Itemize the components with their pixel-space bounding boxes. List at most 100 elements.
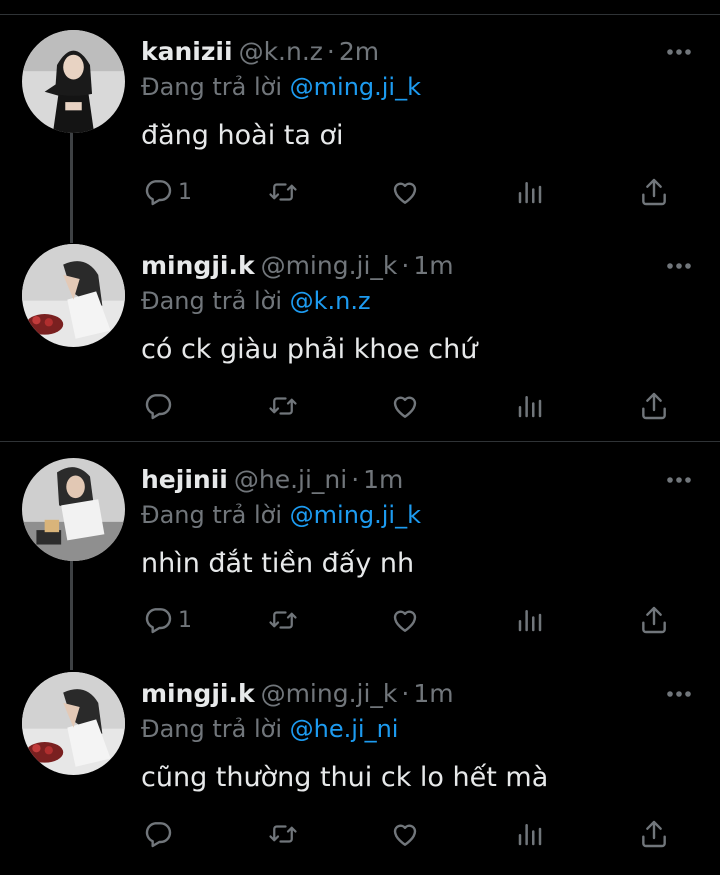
mention-link[interactable]: @ming.ji_k	[290, 501, 421, 529]
display-name[interactable]: hejinii	[141, 465, 228, 494]
replying-to: Đang trả lời @he.ji_ni	[141, 712, 398, 746]
more-icon	[667, 263, 691, 269]
retweet-button[interactable]	[266, 600, 300, 640]
avatar-mingji-icon	[22, 672, 125, 775]
more-icon	[667, 49, 691, 55]
share-icon	[642, 606, 666, 634]
tweet-header: hejinii @he.ji_ni · 1m	[141, 462, 403, 498]
views-icon	[518, 824, 542, 846]
like-button[interactable]	[389, 814, 421, 854]
reply-button[interactable]	[142, 814, 178, 854]
reply-icon	[145, 608, 172, 634]
more-button[interactable]	[666, 690, 692, 698]
share-icon	[642, 820, 666, 848]
reply-count: 1	[178, 607, 192, 633]
retweet-icon	[269, 183, 297, 201]
timestamp[interactable]: 1m	[413, 251, 453, 280]
tweet-text: cũng thường thui ck lo hết mà	[141, 762, 549, 793]
share-icon	[642, 392, 666, 420]
mention-link[interactable]: @ming.ji_k	[290, 73, 421, 101]
like-icon	[393, 610, 417, 632]
reply-button[interactable]: 1	[142, 600, 192, 640]
retweet-button[interactable]	[266, 814, 300, 854]
more-icon	[667, 691, 691, 697]
avatar[interactable]	[22, 30, 125, 133]
avatar-hejinii-icon	[22, 458, 125, 561]
reply-icon	[145, 180, 172, 206]
avatar-mingji-icon	[22, 244, 125, 347]
share-icon	[642, 178, 666, 206]
timestamp[interactable]: 2m	[339, 37, 379, 66]
separator: ·	[401, 251, 410, 280]
views-icon	[518, 610, 542, 632]
replying-to-label: Đang trả lời	[141, 287, 290, 315]
timestamp[interactable]: 1m	[363, 465, 403, 494]
more-button[interactable]	[666, 476, 692, 484]
like-icon	[393, 396, 417, 418]
replying-to-label: Đang trả lời	[141, 73, 290, 101]
retweet-icon	[269, 397, 297, 415]
like-button[interactable]	[389, 386, 421, 426]
display-name[interactable]: mingji.k	[141, 679, 255, 708]
tweet[interactable]: mingji.k @ming.ji_k · 1m Đang trả lời @he.j…	[0, 656, 720, 870]
reply-icon	[145, 822, 172, 848]
like-icon	[393, 182, 417, 204]
timestamp[interactable]: 1m	[413, 679, 453, 708]
views-button[interactable]	[515, 172, 545, 212]
views-button[interactable]	[515, 814, 545, 854]
share-button[interactable]	[638, 386, 670, 426]
views-button[interactable]	[515, 600, 545, 640]
tweet-header: mingji.k @ming.ji_k · 1m	[141, 676, 454, 712]
action-bar: 1	[0, 172, 720, 212]
separator: ·	[326, 37, 335, 66]
action-bar	[0, 814, 720, 854]
more-button[interactable]	[666, 262, 692, 270]
avatar-kanizii-icon	[22, 30, 125, 133]
retweet-icon	[269, 825, 297, 843]
display-name[interactable]: kanizii	[141, 37, 233, 66]
views-icon	[518, 182, 542, 204]
separator: ·	[401, 679, 410, 708]
user-handle[interactable]: @k.n.z	[239, 37, 323, 66]
replying-to: Đang trả lời @ming.ji_k	[141, 70, 421, 104]
tweet[interactable]: kanizii @k.n.z · 2m Đang trả lời @ming.ji_k…	[0, 14, 720, 228]
replying-to: Đang trả lời @ming.ji_k	[141, 498, 421, 532]
action-bar: 1	[0, 600, 720, 640]
more-button[interactable]	[666, 48, 692, 56]
views-icon	[518, 396, 542, 418]
replying-to-label: Đang trả lời	[141, 501, 290, 529]
display-name[interactable]: mingji.k	[141, 251, 255, 280]
user-handle[interactable]: @he.ji_ni	[234, 465, 347, 494]
views-button[interactable]	[515, 386, 545, 426]
tweet-text: đăng hoài ta ơi	[141, 120, 344, 151]
reply-button[interactable]: 1	[142, 172, 192, 212]
avatar[interactable]	[22, 244, 125, 347]
tweet-text: có ck giàu phải khoe chứ	[141, 334, 478, 365]
mention-link[interactable]: @k.n.z	[290, 287, 371, 315]
user-handle[interactable]: @ming.ji_k	[261, 251, 398, 280]
share-button[interactable]	[638, 172, 670, 212]
user-handle[interactable]: @ming.ji_k	[261, 679, 398, 708]
like-icon	[393, 824, 417, 846]
tweet[interactable]: hejinii @he.ji_ni · 1m Đang trả lời @ming.j…	[0, 442, 720, 656]
mention-link[interactable]: @he.ji_ni	[290, 715, 399, 743]
more-icon	[667, 477, 691, 483]
reply-count: 1	[178, 179, 192, 205]
avatar[interactable]	[22, 458, 125, 561]
tweet-text: nhìn đắt tiền đấy nh	[141, 548, 415, 579]
replying-to-label: Đang trả lời	[141, 715, 290, 743]
share-button[interactable]	[638, 600, 670, 640]
like-button[interactable]	[389, 600, 421, 640]
replying-to: Đang trả lời @k.n.z	[141, 284, 371, 318]
reply-button[interactable]	[142, 386, 178, 426]
separator: ·	[351, 465, 360, 494]
like-button[interactable]	[389, 172, 421, 212]
retweet-button[interactable]	[266, 386, 300, 426]
action-bar	[0, 386, 720, 426]
avatar[interactable]	[22, 672, 125, 775]
share-button[interactable]	[638, 814, 670, 854]
tweet-header: mingji.k @ming.ji_k · 1m	[141, 248, 454, 284]
retweet-button[interactable]	[266, 172, 300, 212]
tweet[interactable]: mingji.k @ming.ji_k · 1m Đang trả lời @k.n.…	[0, 228, 720, 442]
retweet-icon	[269, 611, 297, 629]
